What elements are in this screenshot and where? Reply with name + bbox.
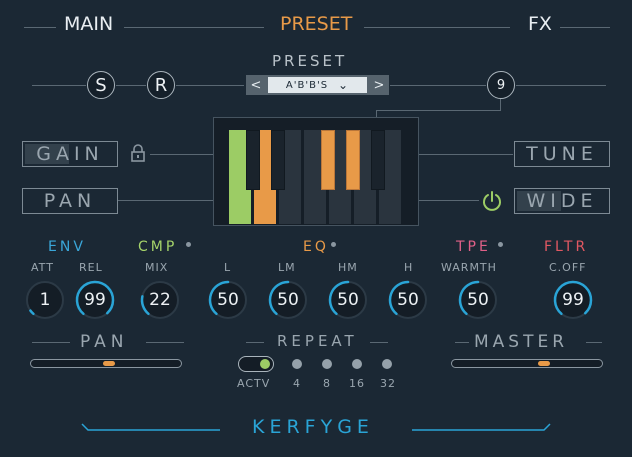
knob-eq-h[interactable]: 50 bbox=[388, 280, 428, 320]
preset-name: A'B'B'S bbox=[285, 79, 329, 91]
knob-warmth-value: 50 bbox=[467, 290, 489, 310]
knob-eq-h-value: 50 bbox=[397, 290, 419, 310]
tab-preset[interactable]: PRESET bbox=[280, 13, 352, 35]
preset-prev-button[interactable]: < bbox=[246, 75, 266, 95]
knob-eq-lm[interactable]: 50 bbox=[268, 280, 308, 320]
black-key[interactable] bbox=[371, 130, 385, 190]
power-icon[interactable] bbox=[481, 190, 503, 212]
tab-main[interactable]: MAIN bbox=[64, 13, 113, 35]
eq-indicator-dot bbox=[331, 242, 336, 247]
master-slider-thumb[interactable] bbox=[538, 361, 550, 366]
black-key[interactable] bbox=[246, 130, 260, 190]
section-tpe[interactable]: TPE bbox=[456, 239, 491, 255]
repeat-option-4[interactable] bbox=[292, 359, 302, 369]
black-key[interactable] bbox=[271, 130, 285, 190]
repeat-active-toggle[interactable] bbox=[238, 356, 274, 372]
footer-line-left bbox=[81, 423, 220, 431]
knob-label-l: L bbox=[224, 261, 232, 274]
section-eq[interactable]: EQ bbox=[303, 239, 329, 255]
knob-label-hm: HM bbox=[338, 261, 358, 274]
knob-coff[interactable]: 99 bbox=[553, 280, 593, 320]
section-env: ENV bbox=[48, 239, 86, 255]
repeat-option-8[interactable] bbox=[322, 359, 332, 369]
reset-button[interactable]: R bbox=[147, 71, 175, 99]
repeat-option-32[interactable] bbox=[382, 359, 392, 369]
preset-selector: < A'B'B'S ⌄ > bbox=[246, 75, 389, 95]
knob-mix-value: 22 bbox=[149, 290, 171, 310]
black-key[interactable] bbox=[321, 130, 335, 190]
knob-label-mix: MIX bbox=[145, 261, 169, 274]
knob-eq-hm-value: 50 bbox=[337, 290, 359, 310]
knob-label-h: H bbox=[404, 261, 414, 274]
lock-icon[interactable] bbox=[130, 144, 146, 162]
wide-button[interactable]: WIDE bbox=[514, 188, 610, 214]
knob-att-value: 1 bbox=[39, 290, 51, 310]
master-label: MASTER bbox=[474, 332, 569, 352]
section-cmp[interactable]: CMP bbox=[138, 239, 177, 255]
knob-label-rel: REL bbox=[79, 261, 103, 274]
preset-count-value: 9 bbox=[496, 77, 506, 93]
knob-coff-value: 99 bbox=[562, 290, 584, 310]
repeat-actv-label: ACTV bbox=[237, 377, 271, 390]
knob-label-lm: LM bbox=[278, 261, 296, 274]
repeat-value-4: 4 bbox=[293, 377, 301, 390]
wide-label: WIDE bbox=[526, 190, 598, 212]
knob-eq-l[interactable]: 50 bbox=[208, 280, 248, 320]
repeat-value-8: 8 bbox=[323, 377, 331, 390]
pan-slider-label: PAN bbox=[80, 332, 129, 352]
toggle-knob bbox=[260, 359, 270, 369]
repeat-value-16: 16 bbox=[349, 377, 365, 390]
gain-label: GAIN bbox=[36, 143, 104, 165]
repeat-value-32: 32 bbox=[380, 377, 396, 390]
knob-att[interactable]: 1 bbox=[25, 280, 65, 320]
knob-label-att: ATT bbox=[31, 261, 54, 274]
master-slider[interactable] bbox=[451, 359, 603, 368]
pan-slider-thumb[interactable] bbox=[103, 361, 115, 366]
preset-heading: PRESET bbox=[272, 52, 348, 70]
knob-label-coff: C.OFF bbox=[549, 261, 587, 274]
preset-next-button[interactable]: > bbox=[369, 75, 389, 95]
preset-name-dropdown[interactable]: A'B'B'S ⌄ bbox=[268, 77, 367, 93]
pan-slider[interactable] bbox=[30, 359, 182, 368]
tpe-indicator-dot bbox=[498, 242, 503, 247]
preset-count-badge[interactable]: 9 bbox=[487, 71, 515, 99]
footer-line-right bbox=[412, 423, 551, 431]
knob-rel-value: 99 bbox=[84, 290, 106, 310]
knob-eq-hm[interactable]: 50 bbox=[328, 280, 368, 320]
black-key[interactable] bbox=[346, 130, 360, 190]
knob-eq-lm-value: 50 bbox=[277, 290, 299, 310]
chevron-down-icon: ⌄ bbox=[338, 78, 350, 92]
knob-mix[interactable]: 22 bbox=[140, 280, 180, 320]
repeat-option-16[interactable] bbox=[352, 359, 362, 369]
repeat-label: REPEAT bbox=[277, 332, 358, 350]
knob-warmth[interactable]: 50 bbox=[458, 280, 498, 320]
cmp-indicator-dot bbox=[186, 242, 191, 247]
section-fltr: FLTR bbox=[544, 239, 589, 255]
gain-button[interactable]: GAIN bbox=[22, 141, 118, 167]
knob-rel[interactable]: 99 bbox=[75, 280, 115, 320]
tune-button[interactable]: TUNE bbox=[514, 141, 610, 167]
brand-label: KERFYGE bbox=[252, 416, 374, 438]
pan-button[interactable]: PAN bbox=[22, 188, 118, 214]
knob-eq-l-value: 50 bbox=[217, 290, 239, 310]
tab-fx[interactable]: FX bbox=[528, 13, 552, 35]
save-button[interactable]: S bbox=[87, 71, 115, 99]
knob-label-warmth: WARMTH bbox=[441, 261, 497, 274]
